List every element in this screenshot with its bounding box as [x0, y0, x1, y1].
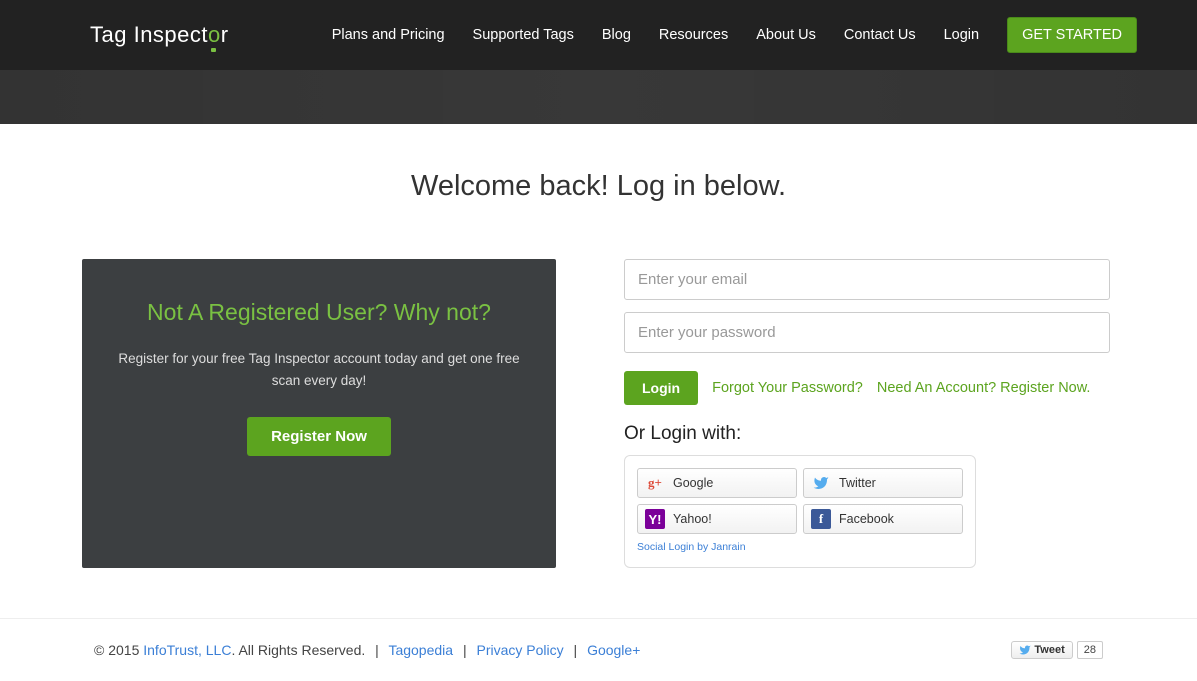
social-facebook-button[interactable]: f Facebook — [803, 504, 963, 534]
tweet-widget: Tweet 28 — [1011, 641, 1103, 659]
social-credit-link[interactable]: Social Login by Janrain — [637, 541, 746, 553]
social-google-button[interactable]: g+ Google — [637, 468, 797, 498]
nav-login[interactable]: Login — [944, 27, 979, 43]
social-twitter-button[interactable]: Twitter — [803, 468, 963, 498]
register-body: Register for your free Tag Inspector acc… — [108, 348, 530, 391]
nav-contact[interactable]: Contact Us — [844, 27, 916, 43]
social-login-box: g+ Google Twitter Y! Yahoo! f — [624, 455, 976, 568]
footer-sep-3: | — [574, 642, 578, 658]
email-input[interactable] — [624, 259, 1110, 300]
logo-text-1: Tag Inspect — [90, 22, 208, 48]
yahoo-icon: Y! — [645, 509, 665, 529]
footer-left: © 2015 InfoTrust, LLC. All Rights Reserv… — [94, 642, 640, 658]
need-account-link[interactable]: Need An Account? Register Now. — [877, 380, 1091, 396]
social-google-label: Google — [673, 476, 713, 490]
social-yahoo-button[interactable]: Y! Yahoo! — [637, 504, 797, 534]
twitter-bird-icon — [1019, 644, 1031, 656]
social-grid: g+ Google Twitter Y! Yahoo! f — [637, 468, 963, 534]
nav-about[interactable]: About Us — [756, 27, 816, 43]
google-plus-icon: g+ — [645, 473, 665, 493]
footer-sep-1: | — [375, 642, 379, 658]
social-heading: Or Login with: — [624, 423, 1110, 445]
register-card: Not A Registered User? Why not? Register… — [82, 259, 556, 568]
register-now-button[interactable]: Register Now — [247, 417, 391, 456]
logo-text-2: r — [221, 22, 229, 48]
footer-company-link[interactable]: InfoTrust, LLC — [143, 642, 231, 658]
content-columns: Not A Registered User? Why not? Register… — [0, 259, 1197, 568]
logo[interactable]: Tag Inspector — [90, 22, 229, 48]
tweet-button[interactable]: Tweet — [1011, 641, 1072, 659]
footer-sep-2: | — [463, 642, 467, 658]
nav-blog[interactable]: Blog — [602, 27, 631, 43]
nav-resources[interactable]: Resources — [659, 27, 728, 43]
register-heading: Not A Registered User? Why not? — [108, 299, 530, 326]
social-facebook-label: Facebook — [839, 512, 894, 526]
logo-accent: o — [208, 22, 221, 48]
top-header: Tag Inspector Plans and Pricing Supporte… — [0, 0, 1197, 70]
social-twitter-label: Twitter — [839, 476, 876, 490]
twitter-icon — [811, 473, 831, 493]
hero-banner — [0, 70, 1197, 124]
page-title: Welcome back! Log in below. — [0, 170, 1197, 203]
login-column: Login Forgot Your Password? Need An Acco… — [624, 259, 1110, 568]
nav-supported-tags[interactable]: Supported Tags — [473, 27, 574, 43]
footer-tagopedia-link[interactable]: Tagopedia — [388, 642, 453, 658]
social-yahoo-label: Yahoo! — [673, 512, 712, 526]
login-button[interactable]: Login — [624, 371, 698, 405]
footer: © 2015 InfoTrust, LLC. All Rights Reserv… — [0, 618, 1197, 681]
main-nav: Plans and Pricing Supported Tags Blog Re… — [332, 17, 1137, 53]
tweet-label: Tweet — [1034, 644, 1064, 656]
get-started-button[interactable]: GET STARTED — [1007, 17, 1137, 53]
tweet-count: 28 — [1077, 641, 1103, 659]
footer-privacy-link[interactable]: Privacy Policy — [477, 642, 564, 658]
footer-copyright: © 2015 — [94, 642, 143, 658]
login-actions-row: Login Forgot Your Password? Need An Acco… — [624, 371, 1110, 405]
nav-plans[interactable]: Plans and Pricing — [332, 27, 445, 43]
footer-googleplus-link[interactable]: Google+ — [587, 642, 640, 658]
forgot-password-link[interactable]: Forgot Your Password? — [712, 380, 863, 396]
password-input[interactable] — [624, 312, 1110, 353]
facebook-icon: f — [811, 509, 831, 529]
main-content: Welcome back! Log in below. Not A Regist… — [0, 124, 1197, 618]
footer-rights: . All Rights Reserved. — [231, 642, 365, 658]
